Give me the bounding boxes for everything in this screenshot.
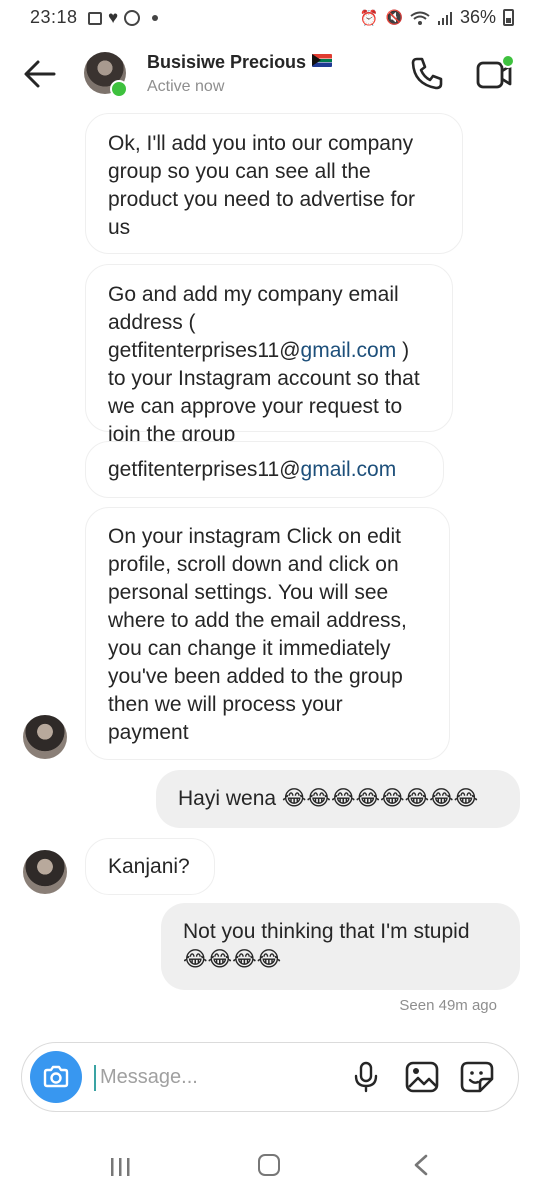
- message-bubble-outgoing[interactable]: Not you thinking that I'm stupid 😂😂😂😂: [161, 903, 520, 990]
- camera-button[interactable]: [30, 1051, 82, 1103]
- camera-icon: [43, 1065, 69, 1088]
- system-icons: ⏰ 🔇 36%: [360, 7, 514, 28]
- message-bubble-outgoing[interactable]: Hayi wena 😂😂😂😂😂😂😂😂: [156, 770, 520, 828]
- back-arrow-icon[interactable]: [22, 56, 58, 92]
- message-text: Ok, I'll add you into our company group …: [108, 132, 416, 239]
- recent-apps-icon[interactable]: [108, 1156, 132, 1178]
- microphone-icon[interactable]: [352, 1061, 380, 1093]
- sticker-icon[interactable]: [459, 1060, 495, 1094]
- message-input[interactable]: [100, 1061, 340, 1093]
- message-text: On your instagram Click on edit profile,…: [108, 525, 407, 744]
- heart-notification-icon: ♥: [108, 8, 119, 27]
- status-bar: 23:18 ♥ ⏰ 🔇 36%: [0, 0, 540, 34]
- home-icon[interactable]: [258, 1154, 280, 1176]
- email-link[interactable]: gmail.com: [301, 339, 397, 362]
- online-indicator: [110, 80, 128, 98]
- mute-icon: 🔇: [385, 9, 403, 25]
- message-text: Kanjani?: [108, 855, 190, 878]
- system-navigation-bar: [0, 1130, 540, 1200]
- video-call-icon[interactable]: [474, 54, 516, 92]
- active-status: Active now: [147, 78, 225, 95]
- message-text: Hayi wena 😂😂😂😂😂😂😂😂: [178, 787, 479, 810]
- messenger-notification-icon: [124, 10, 141, 26]
- message-bubble-incoming[interactable]: Ok, I'll add you into our company group …: [85, 113, 463, 254]
- message-text: Not you thinking that I'm stupid 😂😂😂😂: [183, 920, 470, 971]
- phone-call-icon[interactable]: [408, 54, 446, 92]
- message-bubble-incoming[interactable]: On your instagram Click on edit profile,…: [85, 507, 450, 760]
- notification-icons: ♥: [88, 8, 159, 28]
- chat-header: Busisiwe Precious Active now: [0, 36, 540, 110]
- seen-receipt: Seen 49m ago: [399, 997, 497, 1014]
- contact-name[interactable]: Busisiwe Precious: [147, 52, 333, 73]
- battery-icon: [503, 9, 514, 26]
- sender-avatar[interactable]: [23, 715, 67, 759]
- status-time: 23:18: [30, 7, 78, 27]
- gallery-notification-icon: [88, 11, 102, 25]
- south-africa-flag-icon: [312, 54, 333, 67]
- text-caret: [94, 1065, 96, 1091]
- more-notifications-icon: [152, 15, 159, 21]
- message-bubble-incoming[interactable]: Kanjani?: [85, 838, 215, 895]
- battery-percent: 36%: [459, 7, 496, 27]
- nav-back-icon[interactable]: [412, 1154, 430, 1176]
- email-link[interactable]: gmail.com: [301, 458, 397, 481]
- message-bubble-incoming[interactable]: getfitenterprises11@gmail.com: [85, 441, 444, 498]
- alarm-icon: ⏰: [359, 9, 379, 27]
- wifi-icon: [410, 11, 430, 25]
- message-bubble-incoming[interactable]: Go and add my company email address ( ge…: [85, 264, 453, 446]
- signal-icon: [437, 11, 452, 25]
- message-composer: [21, 1042, 519, 1112]
- contact-name-text: Busisiwe Precious: [147, 52, 307, 72]
- message-text: getfitenterprises11@: [108, 458, 301, 481]
- sender-avatar[interactable]: [23, 850, 67, 894]
- gallery-icon[interactable]: [404, 1060, 440, 1094]
